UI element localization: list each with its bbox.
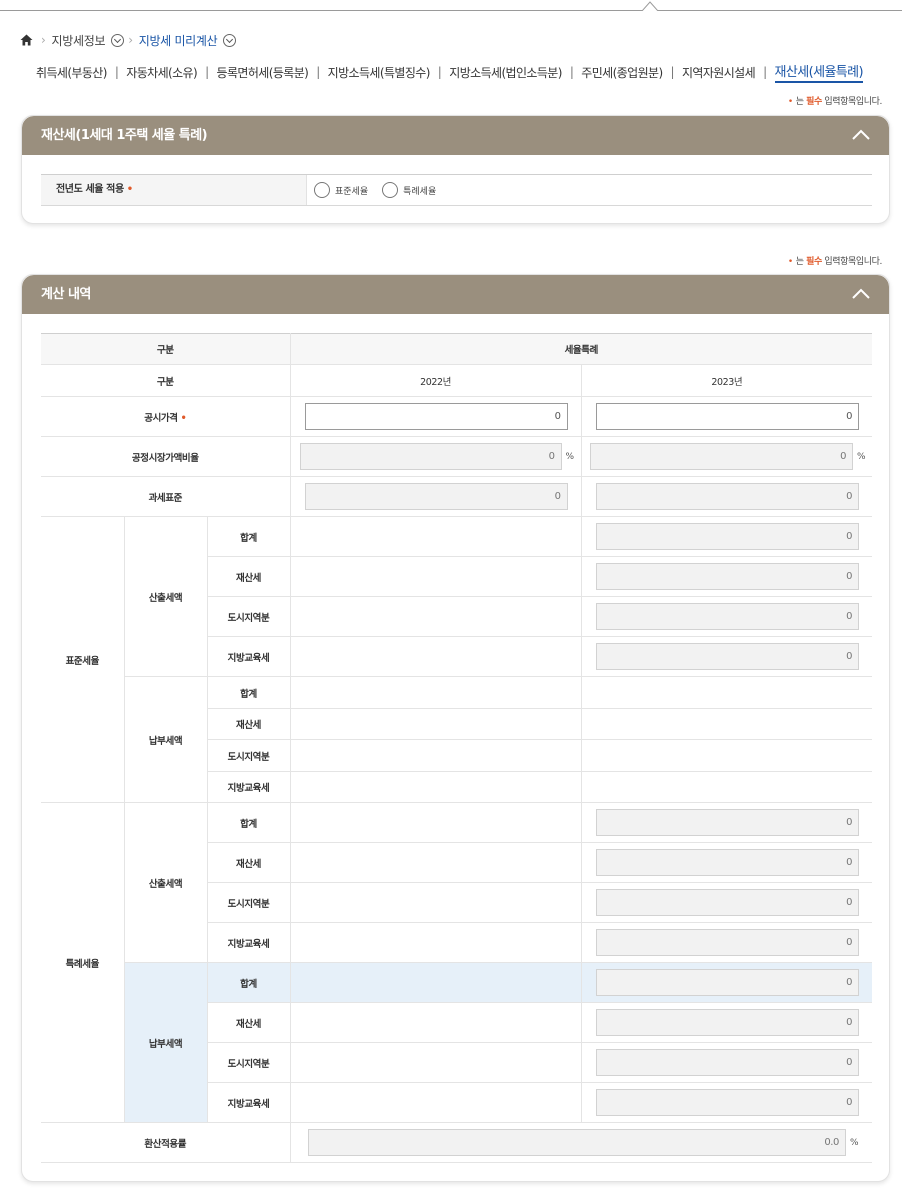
sp-payable-property-field: 0 bbox=[595, 1009, 860, 1036]
options-panel: 재산세(1세대 1주택 세율 특례) 전년도 세율 적용 • 표준세율 특례세율 bbox=[21, 115, 890, 224]
computed-tax-label: 산출세액 bbox=[124, 802, 208, 963]
item-property-tax: 재산세 bbox=[207, 842, 291, 883]
tab-income-corporate[interactable]: 지방소득세(법인소득분) bbox=[449, 64, 562, 81]
public-price-2022-input[interactable]: 0 bbox=[304, 403, 568, 430]
panel-header: 재산세(1세대 1주택 세율 특례) bbox=[22, 116, 889, 155]
radio-standard-rate[interactable]: 표준세율 bbox=[314, 182, 368, 198]
public-price-label: 공시가격 • bbox=[41, 396, 291, 437]
fair-ratio-2023-field: 0 bbox=[589, 443, 854, 470]
field-label: 전년도 세율 적용 • bbox=[41, 175, 307, 205]
conversion-rate-field: 0.0 bbox=[307, 1129, 847, 1156]
tab-property-special[interactable]: 재산세(세율특례) bbox=[774, 61, 864, 83]
item-property-tax: 재산세 bbox=[207, 1002, 291, 1043]
panel-header: 계산 내역 bbox=[22, 275, 889, 314]
sp-payable-total-field: 0 bbox=[595, 969, 860, 996]
breadcrumb-level1[interactable]: 지방세정보 bbox=[52, 32, 106, 49]
sp-computed-property-field: 0 bbox=[595, 849, 860, 876]
home-icon[interactable] bbox=[20, 34, 33, 46]
payable-tax-label: 납부세액 bbox=[124, 676, 208, 803]
item-education-tax: 지방교육세 bbox=[207, 636, 291, 677]
item-property-tax: 재산세 bbox=[207, 708, 291, 740]
year-2022: 2022년 bbox=[290, 364, 582, 397]
tab-vehicle[interactable]: 자동차세(소유) bbox=[126, 64, 197, 81]
item-property-tax: 재산세 bbox=[207, 556, 291, 597]
tax-tabs: 취득세(부동산) | 자동차세(소유) | 등록면허세(등록분) | 지방소득세(특별… bbox=[36, 61, 880, 83]
prev-year-rate-row: 전년도 세율 적용 • 표준세율 특례세율 bbox=[41, 174, 872, 206]
chevron-right-icon: › bbox=[41, 33, 46, 47]
breadcrumb-level2[interactable]: 지방세 미리계산 bbox=[139, 32, 218, 49]
header-special-rate: 세율특례 bbox=[290, 333, 873, 365]
chevron-down-icon[interactable] bbox=[111, 33, 125, 47]
notch-icon bbox=[642, 1, 658, 11]
required-note: • 는 필수 입력항목입니다. bbox=[787, 97, 883, 107]
std-computed-education-field: 0 bbox=[595, 643, 860, 670]
sp-payable-urban-field: 0 bbox=[595, 1049, 860, 1076]
std-computed-property-field: 0 bbox=[595, 563, 860, 590]
item-education-tax: 지방교육세 bbox=[207, 922, 291, 963]
sp-computed-total-field: 0 bbox=[595, 809, 860, 836]
item-total: 합계 bbox=[207, 962, 291, 1003]
payable-tax-label: 납부세액 bbox=[124, 962, 208, 1123]
breadcrumb: › 지방세정보 › 지방세 미리계산 bbox=[20, 31, 237, 49]
calculation-panel: 계산 내역 구분 세율특례 구분 2022년 2023년 공시가격 • 0 0 공… bbox=[21, 274, 890, 1182]
radio-circle-icon bbox=[382, 182, 399, 198]
chevron-right-icon: › bbox=[128, 33, 133, 47]
chevron-down-icon[interactable] bbox=[223, 33, 237, 47]
subheader-category: 구분 bbox=[41, 364, 291, 397]
computed-tax-label: 산출세액 bbox=[124, 516, 208, 677]
panel-title: 재산세(1세대 1주택 세율 특례) bbox=[41, 128, 208, 143]
radio-circle-icon bbox=[314, 182, 330, 198]
item-urban-area: 도시지역분 bbox=[207, 739, 291, 772]
item-total: 합계 bbox=[207, 802, 291, 843]
sp-computed-education-field: 0 bbox=[595, 929, 860, 956]
fair-market-ratio-label: 공정시장가액비율 bbox=[41, 436, 291, 477]
calculation-table: 구분 세율특례 구분 2022년 2023년 공시가격 • 0 0 공정시장가액비… bbox=[41, 333, 873, 1163]
item-total: 합계 bbox=[207, 676, 291, 709]
item-education-tax: 지방교육세 bbox=[207, 1082, 291, 1123]
panel-title: 계산 내역 bbox=[41, 287, 91, 302]
item-education-tax: 지방교육세 bbox=[207, 771, 291, 803]
tab-resident[interactable]: 주민세(종업원분) bbox=[581, 64, 663, 81]
tab-regional-resource[interactable]: 지역자원시설세 bbox=[682, 64, 756, 81]
standard-rate-label: 표준세율 bbox=[41, 516, 125, 803]
item-urban-area: 도시지역분 bbox=[207, 882, 291, 923]
tab-registration[interactable]: 등록면허세(등록분) bbox=[217, 64, 309, 81]
sp-computed-urban-field: 0 bbox=[595, 889, 860, 916]
item-urban-area: 도시지역분 bbox=[207, 1042, 291, 1083]
conversion-rate-label: 환산적용률 bbox=[41, 1122, 291, 1163]
sp-payable-education-field: 0 bbox=[595, 1089, 860, 1116]
tab-income-special[interactable]: 지방소득세(특별징수) bbox=[328, 64, 431, 81]
fair-ratio-2022-field: 0 bbox=[299, 443, 562, 470]
chevron-up-icon[interactable] bbox=[852, 129, 870, 141]
public-price-2023-input[interactable]: 0 bbox=[595, 403, 860, 430]
chevron-up-icon[interactable] bbox=[852, 288, 870, 300]
special-rate-label: 특례세율 bbox=[41, 802, 125, 1123]
tax-base-2022-field: 0 bbox=[304, 483, 568, 510]
tax-base-label: 과세표준 bbox=[41, 476, 291, 517]
required-note: • 는 필수 입력항목입니다. bbox=[787, 257, 883, 267]
top-divider bbox=[0, 0, 902, 12]
tax-base-2023-field: 0 bbox=[595, 483, 860, 510]
item-total: 합계 bbox=[207, 516, 291, 557]
std-computed-urban-field: 0 bbox=[595, 603, 860, 630]
year-2023: 2023년 bbox=[581, 364, 873, 397]
header-category: 구분 bbox=[41, 333, 291, 365]
item-urban-area: 도시지역분 bbox=[207, 596, 291, 637]
radio-special-rate[interactable]: 특례세율 bbox=[382, 182, 436, 198]
std-computed-total-field: 0 bbox=[595, 523, 860, 550]
tab-acquisition[interactable]: 취득세(부동산) bbox=[36, 64, 107, 81]
